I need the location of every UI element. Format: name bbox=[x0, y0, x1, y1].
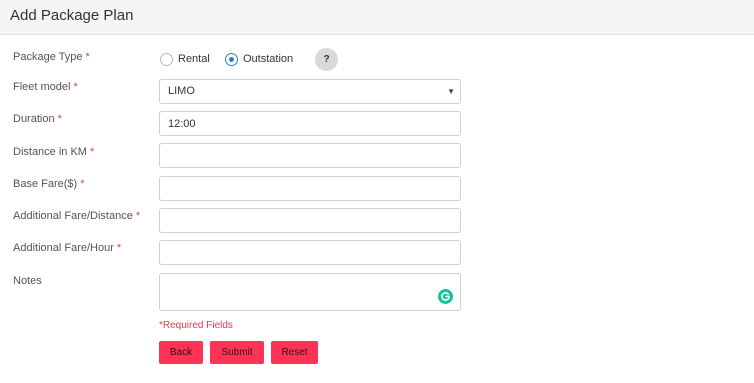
submit-button[interactable]: Submit bbox=[210, 341, 264, 364]
fleet-model-value: LIMO bbox=[168, 85, 195, 97]
grammarly-icon[interactable] bbox=[438, 289, 453, 304]
caret-down-icon: ▼ bbox=[447, 87, 455, 96]
fleet-model-label: Fleet model * bbox=[13, 81, 78, 93]
notes-textarea[interactable] bbox=[159, 273, 461, 311]
package-type-label: Package Type * bbox=[13, 51, 90, 63]
radio-outstation[interactable] bbox=[225, 53, 238, 66]
radio-outstation-label[interactable]: Outstation bbox=[243, 53, 293, 65]
radio-rental-label[interactable]: Rental bbox=[178, 53, 210, 65]
additional-fare-distance-label: Additional Fare/Distance * bbox=[13, 210, 141, 222]
additional-fare-hour-label: Additional Fare/Hour * bbox=[13, 242, 122, 254]
help-button[interactable]: ? bbox=[315, 48, 338, 71]
fleet-model-select[interactable]: LIMO ▼ bbox=[159, 79, 461, 104]
duration-input[interactable] bbox=[159, 111, 461, 136]
distance-label: Distance in KM * bbox=[13, 146, 95, 158]
reset-button[interactable]: Reset bbox=[271, 341, 318, 364]
base-fare-input[interactable] bbox=[159, 176, 461, 201]
distance-input[interactable] bbox=[159, 143, 461, 168]
back-button[interactable]: Back bbox=[159, 341, 203, 364]
notes-label: Notes bbox=[13, 275, 42, 287]
additional-fare-hour-input[interactable] bbox=[159, 240, 461, 265]
additional-fare-distance-input[interactable] bbox=[159, 208, 461, 233]
page-header: Add Package Plan bbox=[0, 0, 754, 35]
required-fields-note: *Required Fields bbox=[159, 320, 233, 331]
base-fare-label: Base Fare($) * bbox=[13, 178, 85, 190]
page-title: Add Package Plan bbox=[10, 7, 134, 24]
duration-label: Duration * bbox=[13, 113, 62, 125]
radio-rental[interactable] bbox=[160, 53, 173, 66]
